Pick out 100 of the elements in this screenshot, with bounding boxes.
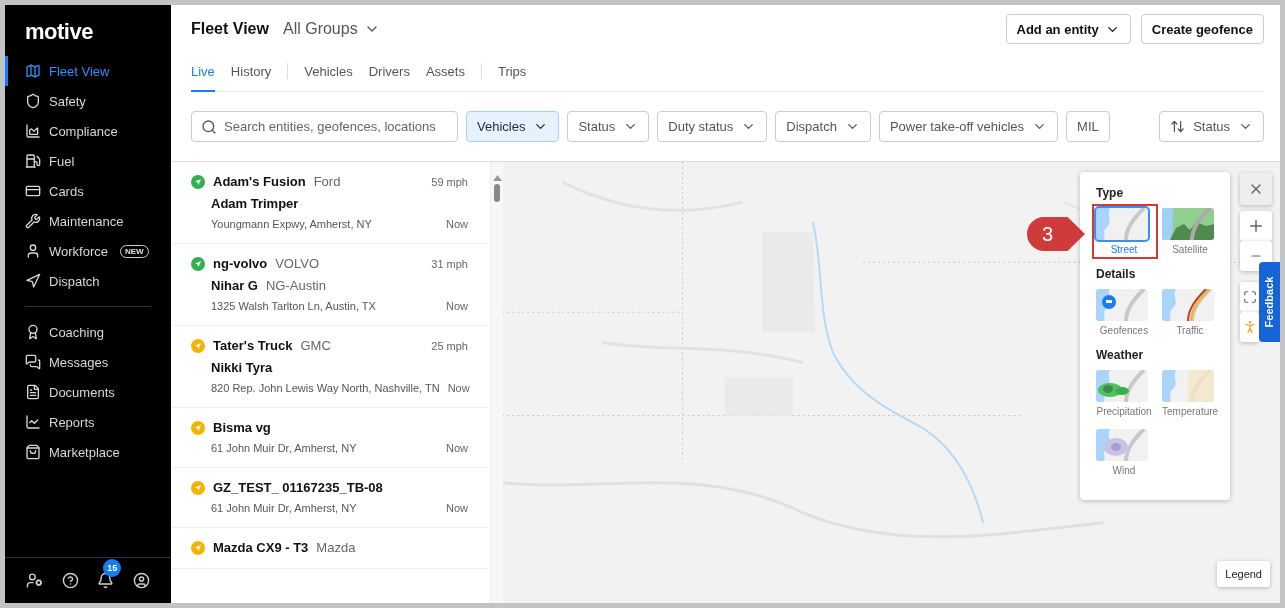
vehicle-make: VOLVO (275, 256, 319, 271)
medal-icon (25, 324, 41, 340)
map-layer-option[interactable]: Geofences (1096, 289, 1152, 336)
search-icon (201, 119, 217, 135)
satellite-map-icon (1162, 208, 1214, 240)
sort-dropdown[interactable]: Status (1159, 111, 1264, 142)
map-layer-option[interactable]: Street (1096, 208, 1152, 255)
sort-icon (1170, 119, 1186, 134)
vehicle-address: 1325 Walsh Tarlton Ln, Austin, TX (211, 300, 376, 312)
vehicle-name: ng-volvo (213, 256, 268, 271)
rain-map-icon (1096, 370, 1148, 402)
section-title: Weather (1096, 348, 1145, 362)
vehicle-speed: 59 mph (431, 175, 468, 188)
vehicle-address: 61 John Muir Dr, Amherst, NY (211, 442, 357, 454)
nav-item[interactable]: Dispatch (5, 266, 171, 296)
map-layer-option[interactable]: Satellite (1162, 208, 1218, 255)
close-button[interactable] (1240, 173, 1272, 205)
shield-icon (25, 93, 41, 109)
map-icon (25, 63, 41, 79)
person-icon (25, 243, 41, 259)
nav-item[interactable]: Reports (5, 407, 171, 437)
filter-dropdown[interactable]: Power take-off vehicles (878, 111, 1059, 142)
tab[interactable]: Vehicles (304, 53, 353, 92)
scrollbar[interactable] (490, 162, 503, 603)
add-entity-dropdown[interactable]: Add an entity (1005, 14, 1131, 44)
last-update-time: Now (446, 300, 468, 312)
notifications-button[interactable] (97, 572, 115, 589)
nav-item[interactable]: Messages (5, 347, 171, 377)
tab[interactable]: Live (191, 53, 215, 92)
map-layer-option[interactable]: Temperature (1162, 370, 1218, 417)
map-layer-option[interactable]: Wind (1096, 429, 1152, 476)
vehicle-make: GMC (300, 338, 331, 353)
vehicle-address: 820 Rep. John Lewis Way North, Nashville, TN (211, 382, 440, 394)
vehicle-row[interactable]: Mazda CX9 - T3 Mazda (171, 528, 490, 569)
zoom-in-button[interactable] (1240, 211, 1272, 241)
vehicle-address: 61 John Muir Dr, Amherst, NY (211, 502, 357, 514)
nav-item[interactable]: Workforce NEW (5, 236, 171, 266)
feedback-tab[interactable]: Feedback (1259, 262, 1280, 342)
legend-button[interactable]: Legend (1217, 561, 1270, 587)
geofence-map-icon (1096, 289, 1148, 321)
driver-name: Adam Trimper (211, 196, 299, 211)
notification-count: 15 (103, 559, 122, 577)
bag-icon (25, 444, 41, 460)
vehicle-name: Mazda CX9 - T3 (213, 540, 309, 555)
temperature-map-icon (1162, 370, 1214, 402)
driver-name: Nikki Tyra (211, 360, 273, 375)
filter-dropdown[interactable]: Duty status (657, 111, 768, 142)
nav-item[interactable]: Cards (5, 176, 171, 206)
fullscreen-icon (1242, 290, 1257, 304)
road-map-icon (1096, 208, 1148, 240)
tab[interactable]: Assets (425, 53, 465, 92)
search-field[interactable]: Search entities, geofences, locations (191, 111, 458, 142)
driver-name: Nihar G (211, 278, 258, 293)
nav-item[interactable]: Documents (5, 377, 171, 407)
last-update-time: Now (446, 442, 468, 454)
map-layer-option[interactable]: Precipitation (1096, 370, 1152, 417)
tab[interactable]: History (230, 53, 272, 92)
map-layer-option[interactable]: Traffic (1162, 289, 1218, 336)
wrench-icon (25, 213, 41, 229)
page-title: Fleet View (191, 20, 269, 38)
vehicle-name: Adam's Fusion (213, 174, 306, 189)
profile-button[interactable] (132, 572, 150, 589)
filter-toggle[interactable]: MIL (1066, 111, 1110, 142)
user-settings-button[interactable] (26, 572, 44, 589)
logo[interactable]: motive (5, 5, 171, 54)
last-update-time: Now (446, 218, 468, 230)
tab[interactable]: Trips (497, 53, 527, 92)
driver-group: NG-Austin (265, 278, 326, 293)
filter-dropdown[interactable]: Vehicles (466, 111, 560, 142)
vehicle-address: Youngmann Expwy, Amherst, NY (211, 218, 372, 230)
scroll-up-arrow-icon[interactable] (492, 175, 502, 181)
card-icon (25, 183, 41, 199)
fuel-icon (25, 153, 41, 169)
filter-dropdown[interactable]: Dispatch (775, 111, 871, 142)
chart-icon (25, 414, 41, 430)
street-view-button[interactable] (1240, 312, 1259, 342)
vehicle-make: Mazda (316, 540, 356, 555)
help-button[interactable] (61, 572, 79, 589)
group-selector[interactable]: All Groups (282, 20, 380, 38)
zoom-out-button[interactable] (1240, 241, 1272, 271)
document-icon (25, 384, 41, 400)
traffic-map-icon (1162, 289, 1214, 321)
vehicle-name: Tater's Truck (213, 338, 293, 353)
vehicle-name: Bisma vg (213, 420, 271, 435)
last-update-time: Now (447, 382, 470, 394)
nav-item[interactable]: Maintenance (5, 206, 171, 236)
chart-icon (25, 123, 41, 139)
filter-dropdown[interactable]: Status (567, 111, 650, 142)
nav-item[interactable]: Fuel (5, 146, 171, 176)
vehicle-speed: 25 mph (431, 339, 468, 352)
create-geofence-button[interactable]: Create geofence (1140, 14, 1264, 44)
nav-item[interactable]: Safety (5, 86, 171, 116)
scroll-thumb[interactable] (494, 184, 500, 202)
nav-item[interactable]: Marketplace (5, 437, 171, 467)
tab[interactable]: Drivers (368, 53, 410, 92)
fullscreen-button[interactable] (1240, 282, 1259, 312)
nav-item[interactable]: Compliance (5, 116, 171, 146)
vehicle-speed: 31 mph (431, 257, 468, 270)
nav-item[interactable]: Coaching (5, 317, 171, 347)
messages-icon (25, 354, 41, 370)
